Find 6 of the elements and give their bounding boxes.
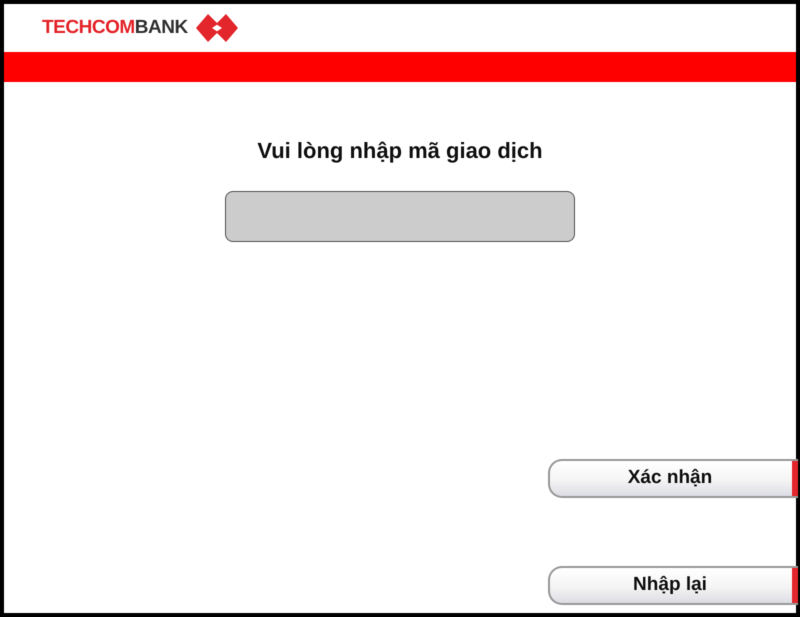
logo-icon bbox=[196, 14, 238, 42]
prompt-title: Vui lòng nhập mã giao dịch bbox=[257, 137, 543, 165]
menu-button[interactable]: Xác nhận bbox=[548, 459, 798, 498]
logo-text: TECHCOMBANK bbox=[42, 16, 188, 40]
code-field[interactable] bbox=[225, 191, 575, 242]
menu-button[interactable]: Nhập lại bbox=[548, 566, 798, 605]
